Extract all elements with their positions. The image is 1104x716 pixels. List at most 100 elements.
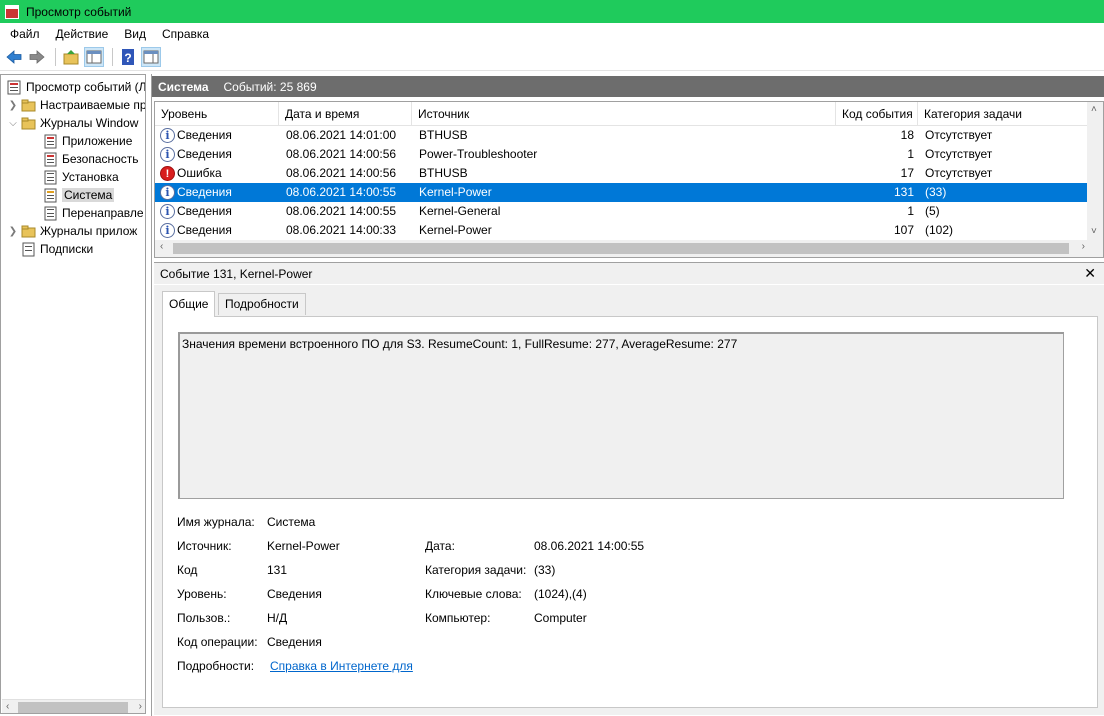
source-cell: Kernel-General <box>419 204 501 218</box>
date-value: 08.06.2021 14:00:55 <box>534 539 645 553</box>
level-cell: Ошибка <box>177 166 222 180</box>
info-icon: i <box>160 147 175 162</box>
forward-button[interactable] <box>27 47 47 67</box>
tree-item-subscriptions[interactable]: Подписки <box>19 240 93 258</box>
tree-item-forwarded-events[interactable]: Перенаправле <box>41 204 144 222</box>
scroll-right-icon[interactable]: › <box>1082 241 1085 252</box>
level-cell: Сведения <box>177 204 232 218</box>
scroll-left-icon[interactable]: ‹ <box>6 701 9 712</box>
action-pane-icon <box>143 50 159 64</box>
datetime-cell: 08.06.2021 14:00:55 <box>286 185 397 199</box>
event-id-cell: 1 <box>907 147 914 161</box>
show-hide-action-pane-button[interactable] <box>141 47 161 67</box>
tree-item-application[interactable]: Приложение <box>41 132 132 150</box>
level-cell: Сведения <box>177 128 232 142</box>
tree-horizontal-scrollbar[interactable]: ‹ › <box>2 699 145 713</box>
events-table: Уровень Дата и время Источник Код событи… <box>154 101 1104 258</box>
scroll-left-icon[interactable]: ‹ <box>160 241 163 252</box>
table-row[interactable]: ! Ошибка 08.06.2021 14:00:56 BTHUSB 17 Отсутс… <box>155 164 1089 183</box>
event-id-cell: 18 <box>900 128 914 142</box>
help-button[interactable]: ? <box>118 47 138 67</box>
tree-item-system[interactable]: Система <box>41 186 115 204</box>
column-source[interactable]: Источник <box>412 102 836 126</box>
tree-root-label: Просмотр событий (Л <box>26 80 146 94</box>
svg-text:?: ? <box>124 51 131 65</box>
table-header: Уровень Дата и время Источник Код событи… <box>155 102 1089 126</box>
toolbar: ? <box>0 44 1104 71</box>
datetime-cell: 08.06.2021 14:00:33 <box>286 223 397 237</box>
scrollbar-thumb[interactable] <box>173 243 1069 254</box>
log-name-label: Имя журнала: <box>177 515 255 529</box>
tab-details[interactable]: Подробности <box>218 293 306 315</box>
tree-item-app-logs[interactable]: ❯ Журналы прилож <box>7 222 138 240</box>
table-horizontal-scrollbar[interactable]: ‹ › <box>155 240 1103 257</box>
menu-action[interactable]: Действие <box>48 27 117 41</box>
tree-item-label: Безопасность <box>62 152 139 166</box>
event-detail-header: Событие 131, Kernel-Power ✕ <box>154 262 1104 284</box>
online-help-link[interactable]: Справка в Интернете для <box>270 659 413 673</box>
tree-root-event-viewer[interactable]: Просмотр событий (Л <box>5 78 146 96</box>
tree-item-setup[interactable]: Установка <box>41 168 119 186</box>
info-icon: i <box>160 204 175 219</box>
user-value: Н/Д <box>267 611 288 625</box>
source-cell: BTHUSB <box>419 128 468 142</box>
event-code-value: 131 <box>267 563 288 577</box>
tree-item-label: Журналы Window <box>40 116 139 130</box>
table-row[interactable]: i Сведения 08.06.2021 14:00:56 Power-Troubl… <box>155 145 1089 164</box>
table-row[interactable]: i Сведения 08.06.2021 14:01:00 BTHUSB 18 Отсу… <box>155 126 1089 145</box>
scroll-up-icon[interactable]: ˄ <box>1091 104 1097 115</box>
event-description[interactable]: Значения времени встроенного ПО для S3. … <box>178 332 1064 499</box>
menu-help[interactable]: Справка <box>154 27 217 41</box>
column-level[interactable]: Уровень <box>155 102 279 126</box>
event-id-cell: 131 <box>893 185 914 199</box>
level-cell: Сведения <box>177 223 232 237</box>
scroll-right-icon[interactable]: › <box>139 701 142 712</box>
computer-label: Компьютер: <box>425 611 491 625</box>
event-detail-pane: Общие Подробности Значения времени встро… <box>154 285 1104 715</box>
tree-item-label: Система <box>62 188 115 202</box>
table-row[interactable]: i Сведения 08.06.2021 14:00:55 Kernel-Gener… <box>155 202 1089 221</box>
window-title: Просмотр событий <box>26 4 132 19</box>
computer-value: Computer <box>534 611 587 625</box>
table-row[interactable]: i Сведения 08.06.2021 14:00:55 Kernel-Power… <box>155 183 1089 202</box>
task-category-label: Категория задачи: <box>425 563 527 577</box>
tree-item-windows-logs[interactable]: ⌵ Журналы Window <box>7 114 138 132</box>
close-icon[interactable]: ✕ <box>1084 265 1096 282</box>
task-category-cell: (33) <box>925 185 947 199</box>
menu-view[interactable]: Вид <box>116 27 154 41</box>
datetime-cell: 08.06.2021 14:00:55 <box>286 204 397 218</box>
log-icon <box>44 188 57 202</box>
column-event-id[interactable]: Код события <box>836 102 918 126</box>
subscriptions-icon <box>22 242 35 256</box>
tree-item-custom-views[interactable]: ❯ Настраиваемые пр <box>7 96 145 114</box>
chevron-down-icon[interactable]: ⌵ <box>7 118 19 129</box>
scrollbar-thumb[interactable] <box>18 702 128 713</box>
chevron-right-icon[interactable]: ❯ <box>7 226 19 237</box>
datetime-cell: 08.06.2021 14:00:56 <box>286 147 397 161</box>
tree-item-label: Приложение <box>62 134 133 148</box>
datetime-cell: 08.06.2021 14:01:00 <box>286 128 397 142</box>
level-label: Уровень: <box>177 587 227 601</box>
event-count: Событий: 25 869 <box>223 79 317 94</box>
keywords-value: (1024),(4) <box>534 587 587 601</box>
column-task-category[interactable]: Категория задачи <box>918 102 1089 126</box>
back-button[interactable] <box>4 47 24 67</box>
show-hide-tree-button[interactable] <box>84 47 104 67</box>
source-value: Kernel-Power <box>267 539 340 553</box>
info-icon: i <box>160 185 175 200</box>
table-row[interactable]: i Сведения 08.06.2021 14:00:33 Kernel-Power… <box>155 221 1089 240</box>
tree-item-security[interactable]: Безопасность <box>41 150 139 168</box>
table-vertical-scrollbar[interactable]: ˄ ˅ <box>1087 102 1103 242</box>
datetime-cell: 08.06.2021 14:00:56 <box>286 166 397 180</box>
menu-file[interactable]: Файл <box>2 27 48 41</box>
task-category-cell: (102) <box>925 223 954 237</box>
event-id-cell: 107 <box>893 223 914 237</box>
column-datetime[interactable]: Дата и время <box>279 102 412 126</box>
tab-general[interactable]: Общие <box>162 291 216 317</box>
folder-up-icon <box>63 50 79 65</box>
folder-icon <box>21 99 36 111</box>
chevron-right-icon[interactable]: ❯ <box>7 100 19 111</box>
scroll-down-icon[interactable]: ˅ <box>1091 226 1097 237</box>
up-folder-button[interactable] <box>61 47 81 67</box>
task-category-cell: Отсутствует <box>925 147 993 161</box>
